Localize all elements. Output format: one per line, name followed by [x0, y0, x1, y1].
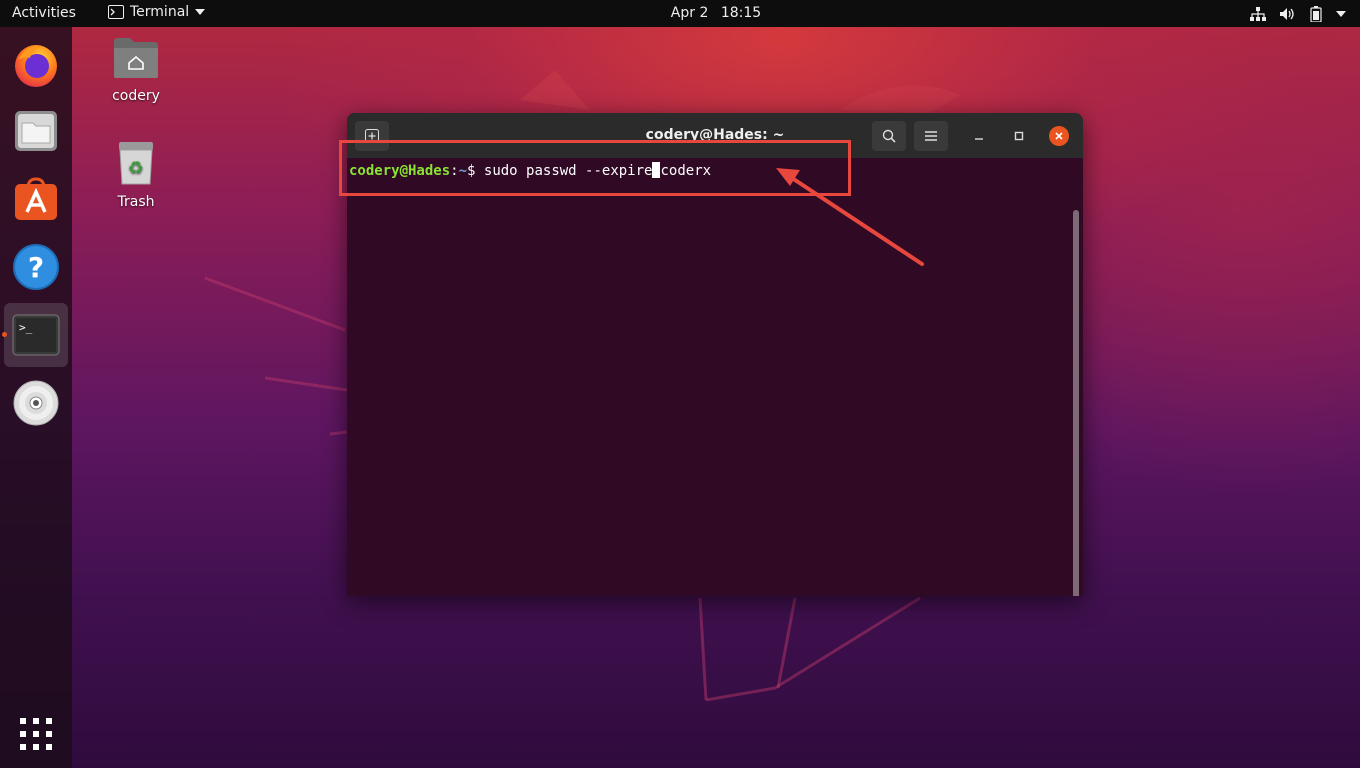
- running-indicator: [2, 332, 7, 337]
- search-button[interactable]: [872, 121, 906, 151]
- disc-icon: [13, 380, 59, 426]
- files-icon: [15, 111, 57, 151]
- system-tray[interactable]: [1250, 6, 1346, 22]
- dock-item-software[interactable]: [8, 171, 64, 227]
- dock: ? >_: [0, 27, 72, 768]
- desktop-icon-home-label: codery: [112, 88, 160, 104]
- home-folder-icon: [114, 38, 158, 78]
- svg-text:>_: >_: [19, 321, 33, 334]
- maximize-button[interactable]: [1009, 126, 1029, 146]
- trash-icon: ♻: [119, 142, 153, 185]
- menu-button[interactable]: [914, 121, 948, 151]
- svg-text:♻: ♻: [128, 158, 144, 179]
- dock-item-firefox[interactable]: [8, 36, 64, 92]
- close-button[interactable]: [1049, 126, 1069, 146]
- search-icon: [882, 129, 896, 143]
- terminal-content[interactable]: codery@Hades:~$ sudo passwd --expire code…: [347, 158, 1083, 596]
- top-bar: Activities Terminal Apr 2 18:15: [0, 0, 1360, 27]
- volume-icon: [1280, 7, 1296, 21]
- show-applications-button[interactable]: [8, 706, 64, 762]
- maximize-icon: [1014, 131, 1024, 141]
- dock-item-terminal[interactable]: >_: [4, 303, 68, 367]
- firefox-icon: [15, 45, 57, 87]
- close-icon: [1055, 132, 1063, 140]
- svg-text:?: ?: [28, 251, 44, 284]
- hamburger-menu-icon: [925, 131, 937, 141]
- terminal-icon: >_: [12, 314, 60, 356]
- dock-item-files[interactable]: [8, 103, 64, 159]
- clock-button[interactable]: Apr 2 18:15: [0, 5, 1360, 21]
- terminal-scrollbar[interactable]: [1073, 210, 1079, 596]
- desktop-icon-trash-label: Trash: [117, 194, 155, 210]
- network-icon: [1250, 7, 1266, 21]
- help-icon: ?: [13, 244, 59, 290]
- system-menu-chevron-icon: [1336, 11, 1346, 17]
- annotation-highlight-box: [339, 140, 851, 196]
- desktop-icon-home[interactable]: codery: [88, 36, 184, 104]
- desktop-icon-trash[interactable]: ♻ Trash: [88, 140, 184, 210]
- clock-date: Apr 2: [670, 5, 709, 21]
- minimize-icon: [975, 138, 983, 140]
- dock-item-help[interactable]: ?: [8, 239, 64, 295]
- app-grid-icon: [20, 718, 52, 750]
- dock-item-dvd[interactable]: [8, 375, 64, 431]
- software-store-icon: [15, 177, 57, 220]
- clock-time: 18:15: [720, 5, 762, 21]
- battery-icon: [1310, 6, 1322, 22]
- minimize-button[interactable]: [969, 126, 989, 146]
